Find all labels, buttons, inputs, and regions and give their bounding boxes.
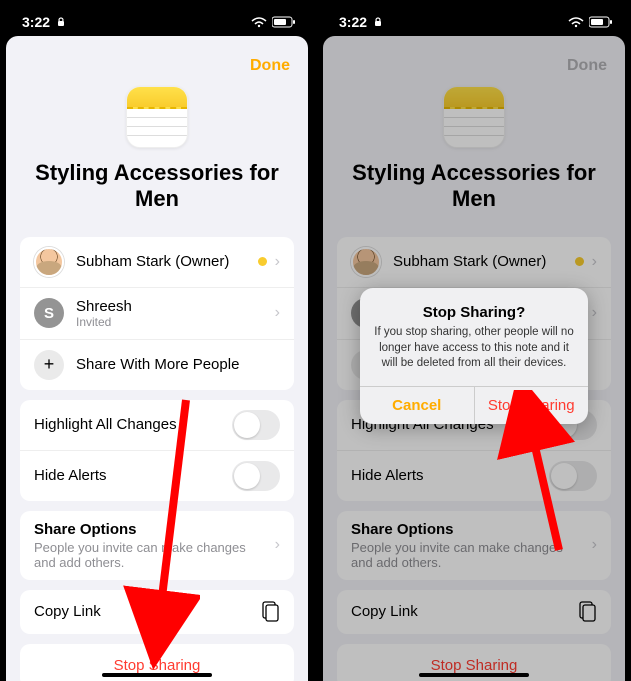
avatar-owner [34,247,64,277]
invitee-name: Shreesh Invited [76,298,267,329]
highlight-changes-row: Highlight All Changes [20,400,294,450]
share-options-row[interactable]: Share Options People you invite can make… [20,511,294,580]
alert-cancel-button[interactable]: Cancel [360,387,475,424]
phone-right: 3:22 Done Styling Accessories for Men Su… [317,0,631,681]
plus-icon: + [34,350,64,380]
wifi-icon [251,17,267,28]
hide-alerts-toggle[interactable] [232,461,280,491]
status-time: 3:22 [339,14,367,30]
battery-icon [272,16,296,28]
copy-link-row[interactable]: Copy Link [20,590,294,634]
alert-title: Stop Sharing? [374,304,574,321]
share-more-label: Share With More People [76,356,280,373]
owner-status-dot [258,257,267,266]
settings-group: Highlight All Changes Hide Alerts [20,400,294,501]
chevron-right-icon: › [275,536,280,554]
note-title: Styling Accessories for Men [26,160,288,213]
stop-sharing-alert: Stop Sharing? If you stop sharing, other… [360,288,588,424]
home-indicator[interactable] [102,673,212,677]
battery-icon [589,16,613,28]
copy-link-group: Copy Link [20,590,294,634]
chevron-right-icon: › [275,304,280,322]
wifi-icon [568,17,584,28]
share-options-group: Share Options People you invite can make… [20,511,294,580]
copy-icon [260,601,280,623]
notes-app-icon [126,86,188,148]
share-more-row[interactable]: + Share With More People [20,339,294,390]
lock-icon [373,17,383,27]
status-time: 3:22 [22,14,50,30]
alert-message: If you stop sharing, other people will n… [374,325,574,372]
avatar-invitee: S [34,298,64,328]
share-sheet: Done Styling Accessories for Men Subham … [6,36,308,681]
hide-alerts-row: Hide Alerts [20,450,294,501]
invitee-row[interactable]: S Shreesh Invited › [20,287,294,339]
chevron-right-icon: › [275,253,280,271]
owner-row[interactable]: Subham Stark (Owner) › [20,237,294,287]
lock-icon [56,17,66,27]
alert-confirm-button[interactable]: Stop Sharing [475,387,589,424]
highlight-toggle[interactable] [232,410,280,440]
people-group: Subham Stark (Owner) › S Shreesh Invited… [20,237,294,390]
done-button[interactable]: Done [250,57,290,75]
phone-left: 3:22 Done Styling Accessories for Men Su… [0,0,314,681]
owner-name: Subham Stark (Owner) [76,253,258,270]
